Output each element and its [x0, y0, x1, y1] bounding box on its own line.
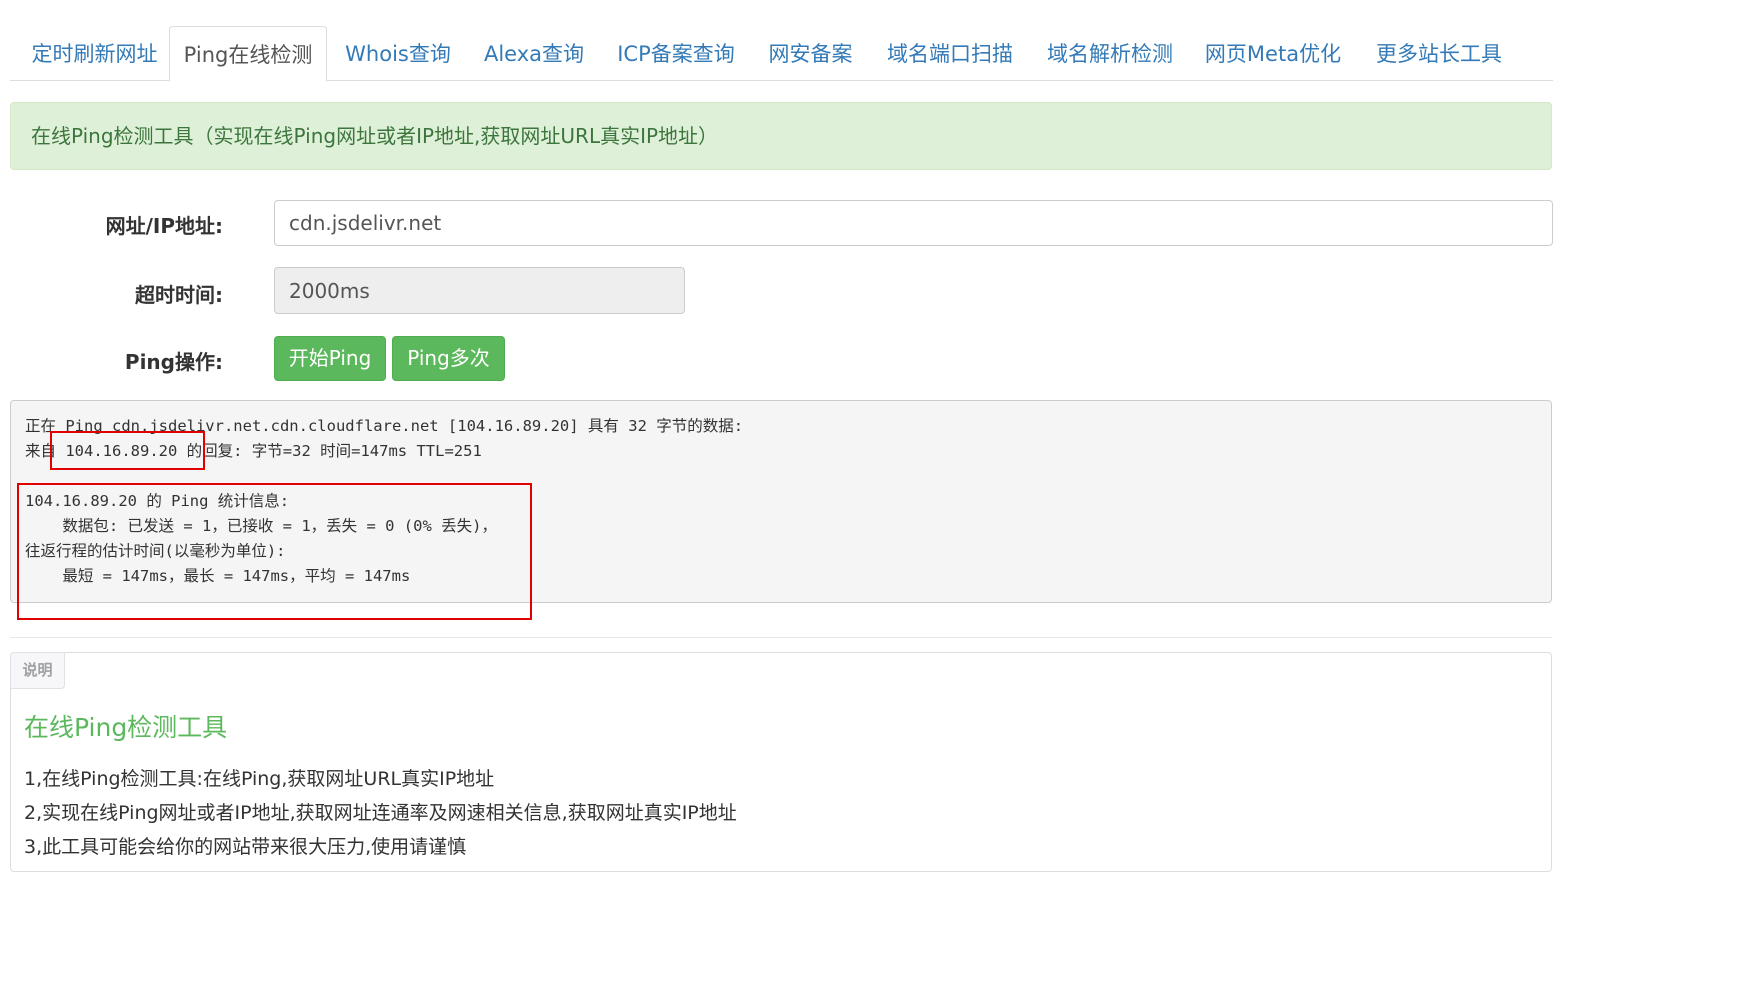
tab-security-record[interactable]: 网安备案: [757, 26, 864, 81]
info-banner: 在线Ping检测工具（实现在线Ping网址或者IP地址,获取网址URL真实IP地…: [10, 102, 1552, 170]
notes-panel: 说明 在线Ping检测工具 1,在线Ping检测工具:在线Ping,获取网址UR…: [10, 652, 1552, 872]
nav-tabs: 定时刷新网址 Ping在线检测 Whois查询 Alexa查询 ICP备案查询 …: [10, 26, 1553, 82]
notes-item: 1,在线Ping检测工具:在线Ping,获取网址URL真实IP地址: [24, 768, 495, 790]
highlight-ip-box: [50, 431, 205, 470]
tab-icp[interactable]: ICP备案查询: [608, 26, 744, 81]
notes-title: 在线Ping检测工具: [24, 713, 228, 742]
start-ping-button[interactable]: 开始Ping: [274, 336, 386, 381]
tab-port-scan[interactable]: 域名端口扫描: [877, 26, 1023, 81]
ping-action-label: Ping操作:: [124, 350, 223, 374]
url-input[interactable]: [274, 200, 1553, 246]
timeout-label: 超时时间:: [135, 283, 223, 307]
tab-whois[interactable]: Whois查询: [333, 26, 463, 81]
tab-meta-optimize[interactable]: 网页Meta优化: [1197, 26, 1349, 81]
ping-multiple-button[interactable]: Ping多次: [392, 336, 505, 381]
notes-tag: 说明: [10, 652, 65, 689]
tab-scheduled-refresh[interactable]: 定时刷新网址: [18, 26, 171, 81]
timeout-input[interactable]: [274, 267, 685, 314]
tab-ping-online[interactable]: Ping在线检测: [169, 26, 327, 82]
divider: [10, 637, 1552, 638]
notes-item: 2,实现在线Ping网址或者IP地址,获取网址连通率及网速相关信息,获取网址真实…: [24, 802, 737, 824]
tab-more-tools[interactable]: 更多站长工具: [1364, 26, 1514, 81]
tab-dns-check[interactable]: 域名解析检测: [1037, 26, 1183, 81]
notes-item: 3,此工具可能会给你的网站带来很大压力,使用请谨慎: [24, 836, 467, 858]
highlight-stats-box: [17, 483, 532, 620]
url-label: 网址/IP地址:: [105, 214, 223, 238]
tab-alexa[interactable]: Alexa查询: [475, 26, 593, 81]
